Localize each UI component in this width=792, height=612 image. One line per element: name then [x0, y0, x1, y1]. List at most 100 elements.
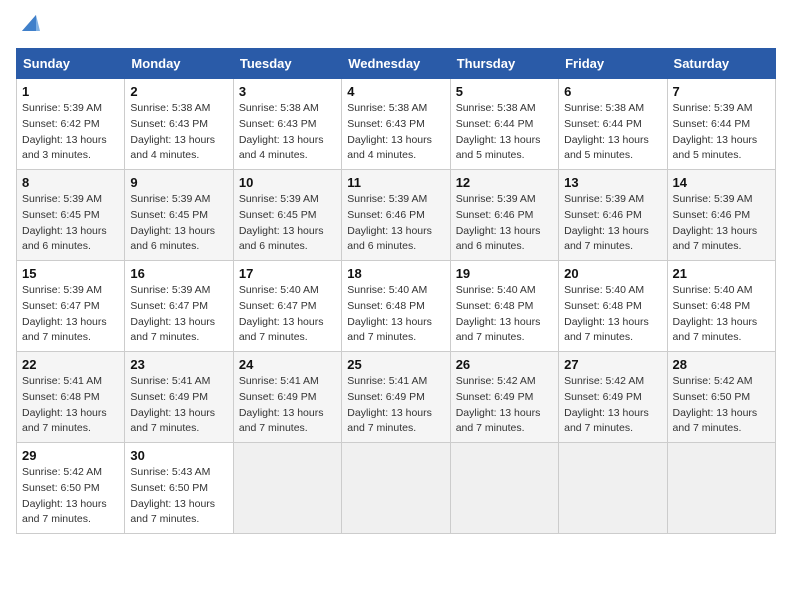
day-info: Sunrise: 5:40 AMSunset: 6:48 PMDaylight:…	[564, 283, 661, 346]
day-number: 2	[130, 84, 227, 99]
day-info: Sunrise: 5:39 AMSunset: 6:45 PMDaylight:…	[22, 192, 119, 255]
day-info: Sunrise: 5:39 AMSunset: 6:45 PMDaylight:…	[239, 192, 336, 255]
weekday-header: Thursday	[450, 49, 558, 79]
day-info: Sunrise: 5:38 AMSunset: 6:44 PMDaylight:…	[456, 101, 553, 164]
day-info: Sunrise: 5:42 AMSunset: 6:49 PMDaylight:…	[456, 374, 553, 437]
calendar-cell: 18Sunrise: 5:40 AMSunset: 6:48 PMDayligh…	[342, 261, 450, 352]
weekday-header: Tuesday	[233, 49, 341, 79]
calendar-cell: 6 Sunrise: 5:38 AMSunset: 6:44 PMDaylight…	[559, 79, 667, 170]
day-info: Sunrise: 5:43 AMSunset: 6:50 PMDaylight:…	[130, 465, 227, 528]
calendar-cell	[233, 443, 341, 534]
logo-icon	[18, 11, 40, 33]
day-number: 10	[239, 175, 336, 190]
calendar-cell: 20 Sunrise: 5:40 AMSunset: 6:48 PMDayligh…	[559, 261, 667, 352]
day-info: Sunrise: 5:38 AMSunset: 6:43 PMDaylight:…	[347, 101, 444, 164]
calendar-table: SundayMondayTuesdayWednesdayThursdayFrid…	[16, 48, 776, 534]
calendar-week-row: 29 Sunrise: 5:42 AMSunset: 6:50 PMDayligh…	[17, 443, 776, 534]
calendar-cell: 5 Sunrise: 5:38 AMSunset: 6:44 PMDaylight…	[450, 79, 558, 170]
day-number: 24	[239, 357, 336, 372]
day-number: 1	[22, 84, 119, 99]
day-number: 28	[673, 357, 770, 372]
day-info: Sunrise: 5:39 AMSunset: 6:46 PMDaylight:…	[347, 192, 444, 255]
calendar-cell	[342, 443, 450, 534]
day-number: 3	[239, 84, 336, 99]
day-info: Sunrise: 5:41 AMSunset: 6:48 PMDaylight:…	[22, 374, 119, 437]
day-number: 30	[130, 448, 227, 463]
calendar-week-row: 15Sunrise: 5:39 AMSunset: 6:47 PMDayligh…	[17, 261, 776, 352]
day-number: 9	[130, 175, 227, 190]
calendar-cell: 10 Sunrise: 5:39 AMSunset: 6:45 PMDayligh…	[233, 170, 341, 261]
calendar-cell: 1Sunrise: 5:39 AMSunset: 6:42 PMDaylight…	[17, 79, 125, 170]
day-number: 11	[347, 175, 444, 190]
day-info: Sunrise: 5:42 AMSunset: 6:50 PMDaylight:…	[22, 465, 119, 528]
calendar-cell: 19 Sunrise: 5:40 AMSunset: 6:48 PMDayligh…	[450, 261, 558, 352]
calendar-cell: 26 Sunrise: 5:42 AMSunset: 6:49 PMDayligh…	[450, 352, 558, 443]
calendar-week-row: 1Sunrise: 5:39 AMSunset: 6:42 PMDaylight…	[17, 79, 776, 170]
calendar-cell: 8 Sunrise: 5:39 AMSunset: 6:45 PMDaylight…	[17, 170, 125, 261]
calendar-cell: 15Sunrise: 5:39 AMSunset: 6:47 PMDayligh…	[17, 261, 125, 352]
weekday-header: Saturday	[667, 49, 775, 79]
day-number: 19	[456, 266, 553, 281]
calendar-cell: 2 Sunrise: 5:38 AMSunset: 6:43 PMDaylight…	[125, 79, 233, 170]
calendar-cell: 22Sunrise: 5:41 AMSunset: 6:48 PMDayligh…	[17, 352, 125, 443]
calendar-header-row: SundayMondayTuesdayWednesdayThursdayFrid…	[17, 49, 776, 79]
calendar-cell: 13 Sunrise: 5:39 AMSunset: 6:46 PMDayligh…	[559, 170, 667, 261]
day-number: 26	[456, 357, 553, 372]
calendar-cell: 25 Sunrise: 5:41 AMSunset: 6:49 PMDayligh…	[342, 352, 450, 443]
weekday-header: Wednesday	[342, 49, 450, 79]
day-info: Sunrise: 5:40 AMSunset: 6:48 PMDaylight:…	[673, 283, 770, 346]
day-number: 8	[22, 175, 119, 190]
day-info: Sunrise: 5:41 AMSunset: 6:49 PMDaylight:…	[130, 374, 227, 437]
day-number: 21	[673, 266, 770, 281]
calendar-cell: 9 Sunrise: 5:39 AMSunset: 6:45 PMDaylight…	[125, 170, 233, 261]
calendar-cell: 30 Sunrise: 5:43 AMSunset: 6:50 PMDayligh…	[125, 443, 233, 534]
day-info: Sunrise: 5:42 AMSunset: 6:50 PMDaylight:…	[673, 374, 770, 437]
calendar-cell: 11 Sunrise: 5:39 AMSunset: 6:46 PMDayligh…	[342, 170, 450, 261]
calendar-cell: 16Sunrise: 5:39 AMSunset: 6:47 PMDayligh…	[125, 261, 233, 352]
day-number: 7	[673, 84, 770, 99]
day-number: 17	[239, 266, 336, 281]
weekday-header: Friday	[559, 49, 667, 79]
calendar-cell: 17 Sunrise: 5:40 AMSunset: 6:47 PMDayligh…	[233, 261, 341, 352]
day-info: Sunrise: 5:40 AMSunset: 6:48 PMDaylight:…	[456, 283, 553, 346]
day-info: Sunrise: 5:39 AMSunset: 6:46 PMDaylight:…	[673, 192, 770, 255]
calendar-cell: 12Sunrise: 5:39 AMSunset: 6:46 PMDayligh…	[450, 170, 558, 261]
logo	[16, 16, 40, 38]
calendar-cell: 27 Sunrise: 5:42 AMSunset: 6:49 PMDayligh…	[559, 352, 667, 443]
day-number: 6	[564, 84, 661, 99]
day-info: Sunrise: 5:39 AMSunset: 6:45 PMDaylight:…	[130, 192, 227, 255]
calendar-cell: 24 Sunrise: 5:41 AMSunset: 6:49 PMDayligh…	[233, 352, 341, 443]
calendar-cell: 14 Sunrise: 5:39 AMSunset: 6:46 PMDayligh…	[667, 170, 775, 261]
day-number: 16	[130, 266, 227, 281]
calendar-cell: 3 Sunrise: 5:38 AMSunset: 6:43 PMDaylight…	[233, 79, 341, 170]
day-number: 20	[564, 266, 661, 281]
day-info: Sunrise: 5:39 AMSunset: 6:46 PMDaylight:…	[564, 192, 661, 255]
day-number: 13	[564, 175, 661, 190]
day-info: Sunrise: 5:41 AMSunset: 6:49 PMDaylight:…	[347, 374, 444, 437]
day-info: Sunrise: 5:42 AMSunset: 6:49 PMDaylight:…	[564, 374, 661, 437]
page-header	[16, 16, 776, 38]
calendar-cell: 23Sunrise: 5:41 AMSunset: 6:49 PMDayligh…	[125, 352, 233, 443]
calendar-cell	[667, 443, 775, 534]
calendar-week-row: 22Sunrise: 5:41 AMSunset: 6:48 PMDayligh…	[17, 352, 776, 443]
day-info: Sunrise: 5:38 AMSunset: 6:43 PMDaylight:…	[130, 101, 227, 164]
day-number: 5	[456, 84, 553, 99]
calendar-cell	[559, 443, 667, 534]
day-info: Sunrise: 5:40 AMSunset: 6:47 PMDaylight:…	[239, 283, 336, 346]
day-number: 29	[22, 448, 119, 463]
day-number: 27	[564, 357, 661, 372]
calendar-week-row: 8 Sunrise: 5:39 AMSunset: 6:45 PMDaylight…	[17, 170, 776, 261]
calendar-cell: 4 Sunrise: 5:38 AMSunset: 6:43 PMDaylight…	[342, 79, 450, 170]
calendar-cell: 7 Sunrise: 5:39 AMSunset: 6:44 PMDaylight…	[667, 79, 775, 170]
calendar-cell: 21 Sunrise: 5:40 AMSunset: 6:48 PMDayligh…	[667, 261, 775, 352]
day-number: 12	[456, 175, 553, 190]
day-info: Sunrise: 5:38 AMSunset: 6:44 PMDaylight:…	[564, 101, 661, 164]
day-info: Sunrise: 5:39 AMSunset: 6:44 PMDaylight:…	[673, 101, 770, 164]
day-info: Sunrise: 5:41 AMSunset: 6:49 PMDaylight:…	[239, 374, 336, 437]
day-number: 25	[347, 357, 444, 372]
day-info: Sunrise: 5:38 AMSunset: 6:43 PMDaylight:…	[239, 101, 336, 164]
weekday-header: Sunday	[17, 49, 125, 79]
day-number: 4	[347, 84, 444, 99]
day-number: 18	[347, 266, 444, 281]
day-number: 14	[673, 175, 770, 190]
